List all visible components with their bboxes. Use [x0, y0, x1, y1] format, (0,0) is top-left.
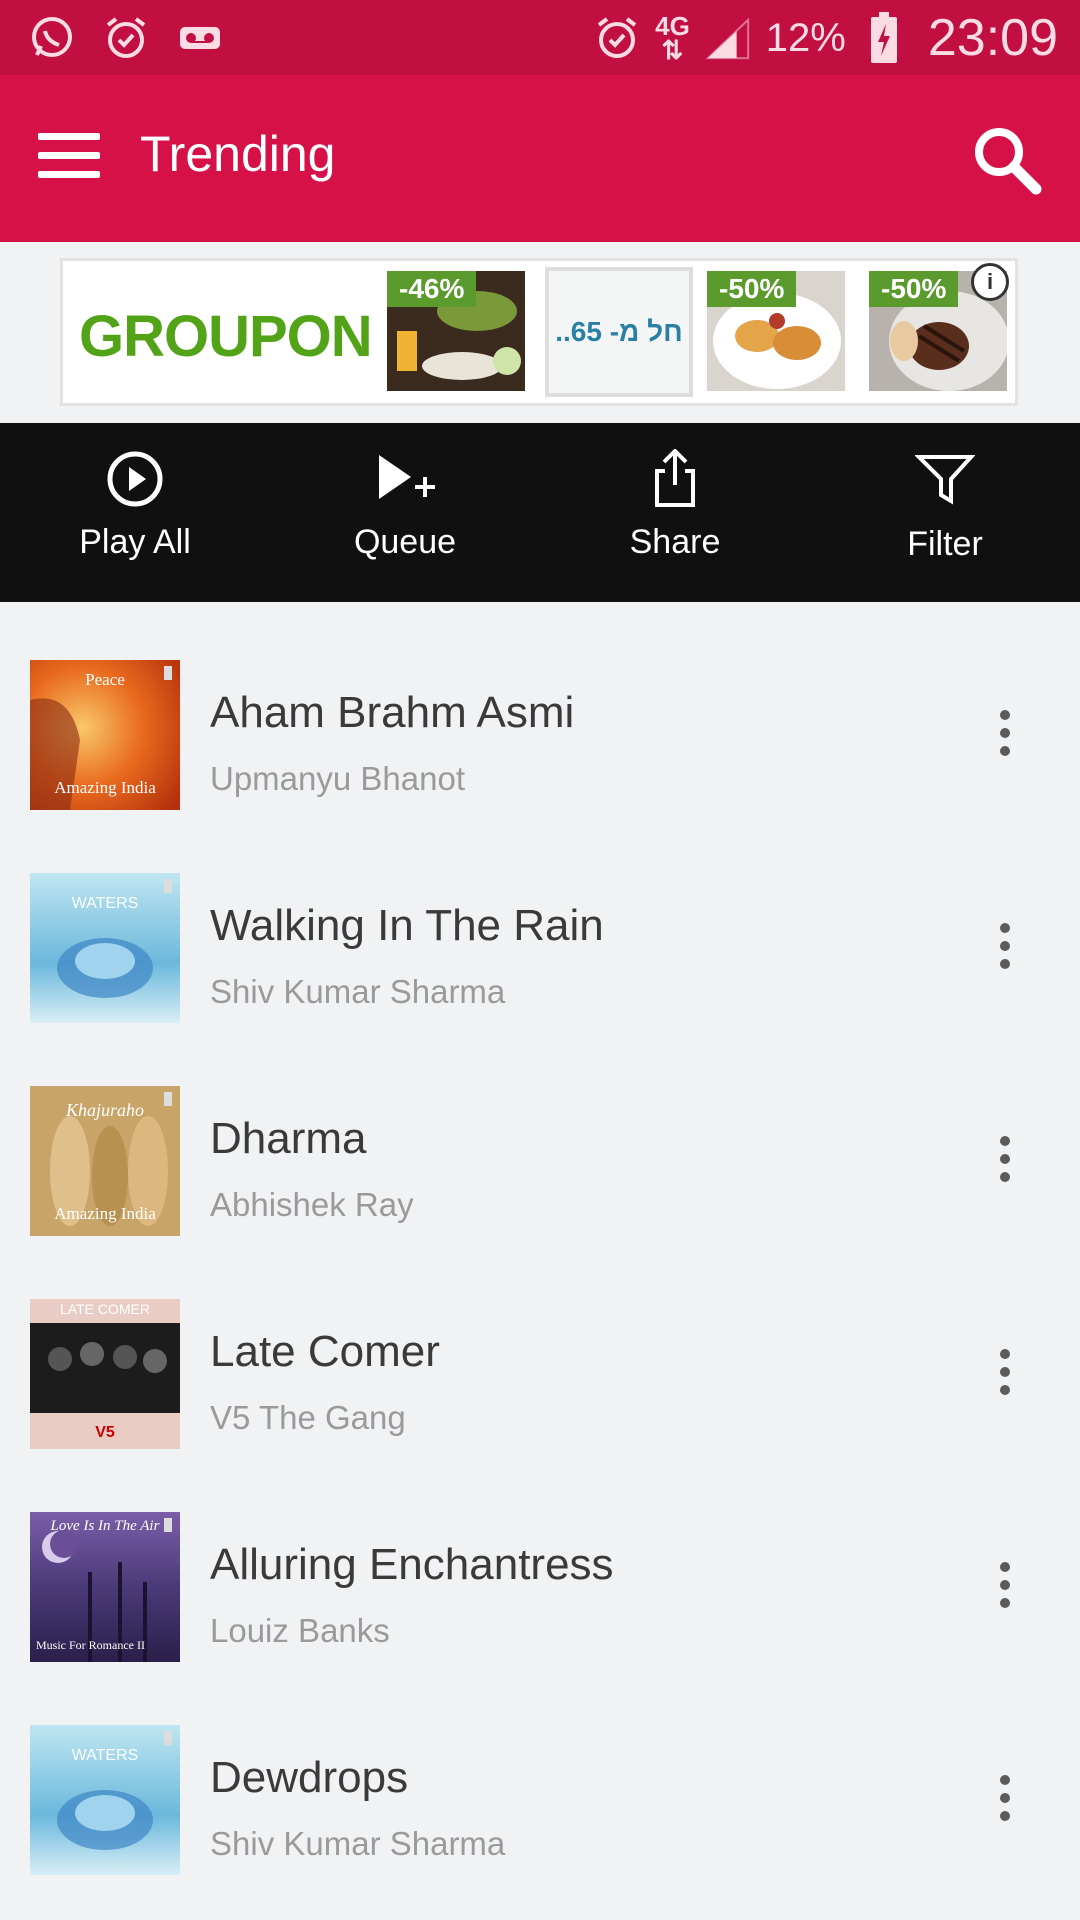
search-icon[interactable]: [970, 123, 1044, 197]
album-art-caption: Peace: [85, 670, 125, 689]
song-artist: V5 The Gang: [210, 1399, 406, 1436]
battery-percent: 12%: [765, 15, 846, 60]
album-art-caption: WATERS: [71, 1747, 139, 1764]
deal-image[interactable]: -46%: [387, 271, 525, 391]
share-label: Share: [629, 523, 721, 561]
share-icon: [655, 449, 695, 507]
album-art: WATERS: [30, 873, 180, 1023]
info-icon[interactable]: i: [971, 263, 1009, 301]
ad-banner[interactable]: GROUPON -46% ..חל מ- 65 -50% -50% i: [60, 258, 1018, 406]
whatsapp-icon: [28, 14, 76, 62]
queue-button[interactable]: Queue: [270, 423, 540, 602]
song-artist: Shiv Kumar Sharma: [210, 1825, 506, 1862]
deal-price-tile[interactable]: ..חל מ- 65: [545, 267, 693, 397]
album-art: Khajuraho Amazing India: [30, 1086, 180, 1236]
discount-badge: -50%: [869, 271, 959, 307]
song-title: Late Comer: [210, 1327, 440, 1376]
song-list: Peace Amazing India Aham Brahm Asmi Upma…: [0, 640, 1080, 1918]
alarm-icon: [593, 14, 641, 62]
song-artist: Abhishek Ray: [210, 1186, 414, 1223]
battery-charging-icon: [860, 12, 908, 63]
album-art: Love Is In The Air Music For Romance II: [30, 1512, 180, 1662]
album-art-caption: Music For Romance II: [36, 1638, 145, 1652]
voicemail-icon: [176, 14, 224, 62]
more-options-icon[interactable]: [980, 698, 1030, 768]
action-toolbar: Play All Queue Share Filter: [0, 423, 1080, 602]
clock: 23:09: [927, 9, 1058, 67]
song-row[interactable]: V5 LATE COMER Late Comer V5 The Gang: [0, 1279, 1080, 1492]
song-artist: Shiv Kumar Sharma: [210, 973, 506, 1010]
album-art-caption: Amazing India: [54, 778, 156, 797]
play-all-label: Play All: [79, 523, 191, 561]
album-art: Peace Amazing India: [30, 660, 180, 810]
alarm-icon: [102, 14, 150, 62]
song-title: Walking In The Rain: [210, 901, 604, 950]
filter-button[interactable]: Filter: [810, 423, 1080, 602]
more-options-icon[interactable]: [980, 911, 1030, 981]
song-row[interactable]: WATERS Dewdrops Shiv Kumar Sharma: [0, 1705, 1080, 1918]
share-button[interactable]: Share: [540, 423, 810, 602]
more-options-icon[interactable]: [980, 1550, 1030, 1620]
deal-image[interactable]: -50%: [707, 271, 845, 391]
song-row[interactable]: Love Is In The Air Music For Romance II …: [0, 1492, 1080, 1705]
svg-text:V5: V5: [95, 1424, 115, 1441]
discount-badge: -46%: [387, 271, 477, 307]
song-row[interactable]: Peace Amazing India Aham Brahm Asmi Upma…: [0, 640, 1080, 853]
signal-icon: [704, 14, 752, 62]
album-art: V5 LATE COMER: [30, 1299, 180, 1449]
album-art: WATERS: [30, 1725, 180, 1875]
song-title: Alluring Enchantress: [210, 1540, 614, 1589]
song-title: Aham Brahm Asmi: [210, 688, 575, 737]
album-art-caption: Khajuraho: [65, 1100, 144, 1120]
song-artist: Louiz Banks: [210, 1612, 390, 1649]
more-options-icon[interactable]: [980, 1124, 1030, 1194]
app-bar: Trending: [0, 75, 1080, 242]
album-art-caption: Amazing India: [54, 1204, 156, 1223]
queue-label: Queue: [353, 523, 457, 561]
hamburger-menu-icon[interactable]: [38, 133, 100, 179]
page-title: Trending: [140, 126, 336, 182]
album-art-caption: WATERS: [71, 895, 139, 912]
discount-badge: -50%: [707, 271, 797, 307]
album-art-caption: Love Is In The Air: [50, 1518, 160, 1534]
play-all-button[interactable]: Play All: [0, 423, 270, 602]
groupon-logo: GROUPON: [79, 304, 373, 369]
song-title: Dharma: [210, 1114, 367, 1163]
filter-label: Filter: [907, 525, 983, 563]
queue-add-icon: [379, 455, 435, 499]
song-row[interactable]: Khajuraho Amazing India Dharma Abhishek …: [0, 1066, 1080, 1279]
status-bar: 4G ⇅ 12% 23:09: [0, 0, 1080, 75]
network-type: 4G ⇅: [655, 11, 690, 65]
song-artist: Upmanyu Bhanot: [210, 760, 465, 797]
more-options-icon[interactable]: [980, 1337, 1030, 1407]
filter-icon: [915, 455, 975, 505]
song-title: Dewdrops: [210, 1753, 409, 1802]
play-circle-icon: [107, 451, 163, 507]
song-row[interactable]: WATERS Walking In The Rain Shiv Kumar Sh…: [0, 853, 1080, 1066]
album-art-caption: LATE COMER: [60, 1301, 150, 1317]
more-options-icon[interactable]: [980, 1763, 1030, 1833]
